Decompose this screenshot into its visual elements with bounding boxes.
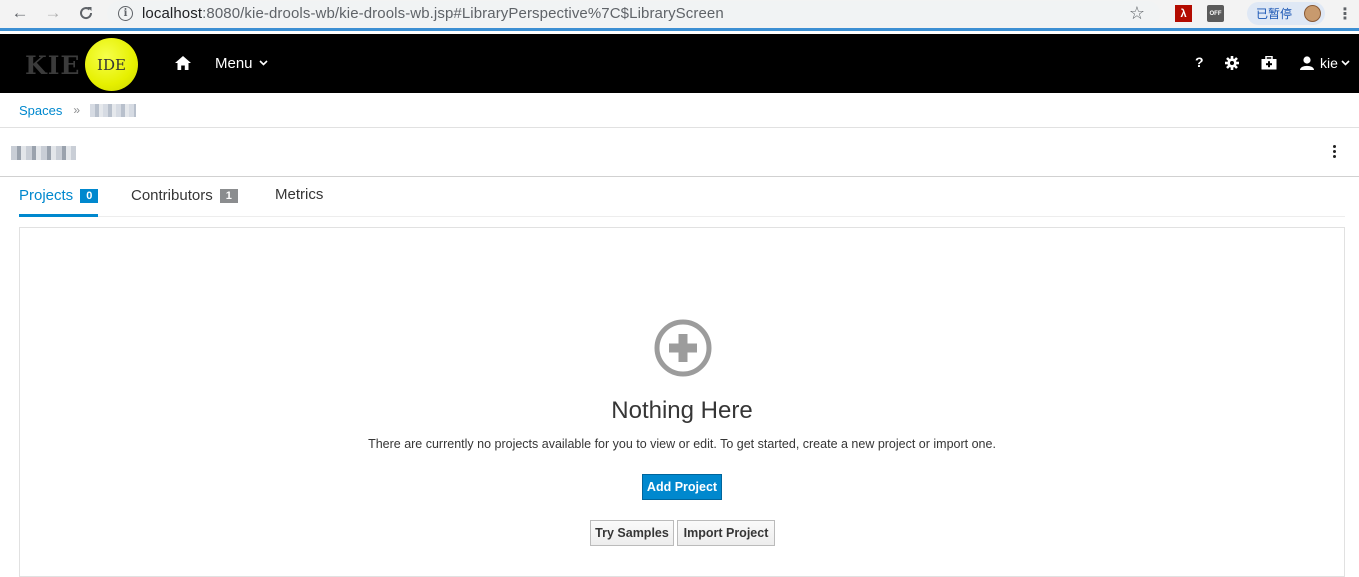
- add-project-button[interactable]: Add Project: [642, 474, 722, 500]
- contributors-count-badge: 1: [219, 189, 238, 203]
- chevron-down-icon: [1341, 60, 1350, 66]
- kebab-menu-icon[interactable]: [1333, 145, 1338, 160]
- user-icon: [1300, 56, 1314, 70]
- browser-menu-icon[interactable]: ⋮: [1337, 4, 1353, 24]
- tab-contributors[interactable]: Contributors 1: [131, 187, 238, 217]
- breadcrumb: Spaces »: [0, 93, 1359, 128]
- forward-icon[interactable]: →: [42, 2, 64, 24]
- reload-icon[interactable]: [75, 2, 97, 24]
- projects-count-badge: 0: [80, 189, 99, 203]
- tab-metrics-label: Metrics: [275, 186, 324, 203]
- space-title-redacted: [11, 146, 76, 160]
- tab-projects-label: Projects: [19, 187, 74, 204]
- kie-logo[interactable]: KIE: [25, 51, 80, 80]
- breadcrumb-spaces-link[interactable]: Spaces: [19, 103, 62, 118]
- tab-metrics[interactable]: Metrics: [275, 186, 323, 216]
- info-icon[interactable]: i: [118, 6, 133, 21]
- ide-logo[interactable]: IDE: [85, 38, 138, 91]
- help-icon[interactable]: ?: [1195, 54, 1204, 70]
- app-header: KIE IDE Menu ? kie: [0, 34, 1359, 93]
- paused-label: 已暂停: [1256, 7, 1293, 21]
- add-circle-icon: [653, 318, 713, 383]
- browser-toolbar: ← → i localhost:8080/kie-drools-wb/kie-d…: [0, 0, 1359, 31]
- empty-state-text: There are currently no projects availabl…: [368, 437, 996, 451]
- try-samples-button[interactable]: Try Samples: [590, 520, 674, 546]
- chevron-down-icon: [259, 60, 268, 66]
- space-title-bar: [0, 129, 1359, 177]
- main-menu-dropdown[interactable]: Menu: [215, 55, 268, 72]
- pdf-extension-icon[interactable]: λ: [1175, 5, 1192, 22]
- profile-paused-button[interactable]: 已暂停: [1247, 2, 1325, 25]
- empty-state-title: Nothing Here: [611, 397, 753, 424]
- tab-contributors-label: Contributors: [131, 187, 213, 204]
- bookmark-star-icon[interactable]: ☆: [1129, 3, 1145, 24]
- breadcrumb-separator-icon: »: [73, 103, 81, 117]
- home-icon[interactable]: [175, 56, 191, 75]
- back-icon[interactable]: ←: [9, 2, 31, 24]
- empty-state-card: Nothing Here There are currently no proj…: [19, 227, 1345, 577]
- user-name: kie: [1320, 55, 1338, 71]
- tab-projects[interactable]: Projects 0: [19, 187, 99, 217]
- gear-icon[interactable]: [1225, 56, 1239, 73]
- user-dropdown[interactable]: kie: [1300, 55, 1350, 71]
- profile-avatar: [1304, 5, 1322, 22]
- briefcase-medical-icon[interactable]: [1261, 55, 1277, 73]
- url-text[interactable]: localhost:8080/kie-drools-wb/kie-drools-…: [142, 5, 724, 22]
- breadcrumb-space-name-redacted[interactable]: [90, 103, 137, 117]
- import-project-button[interactable]: Import Project: [677, 520, 775, 546]
- library-tabs: Projects 0 Contributors 1 Metrics: [19, 178, 1345, 217]
- address-bar[interactable]: i localhost:8080/kie-drools-wb/kie-drool…: [107, 1, 1160, 26]
- off-extension-icon[interactable]: OFF: [1207, 5, 1224, 22]
